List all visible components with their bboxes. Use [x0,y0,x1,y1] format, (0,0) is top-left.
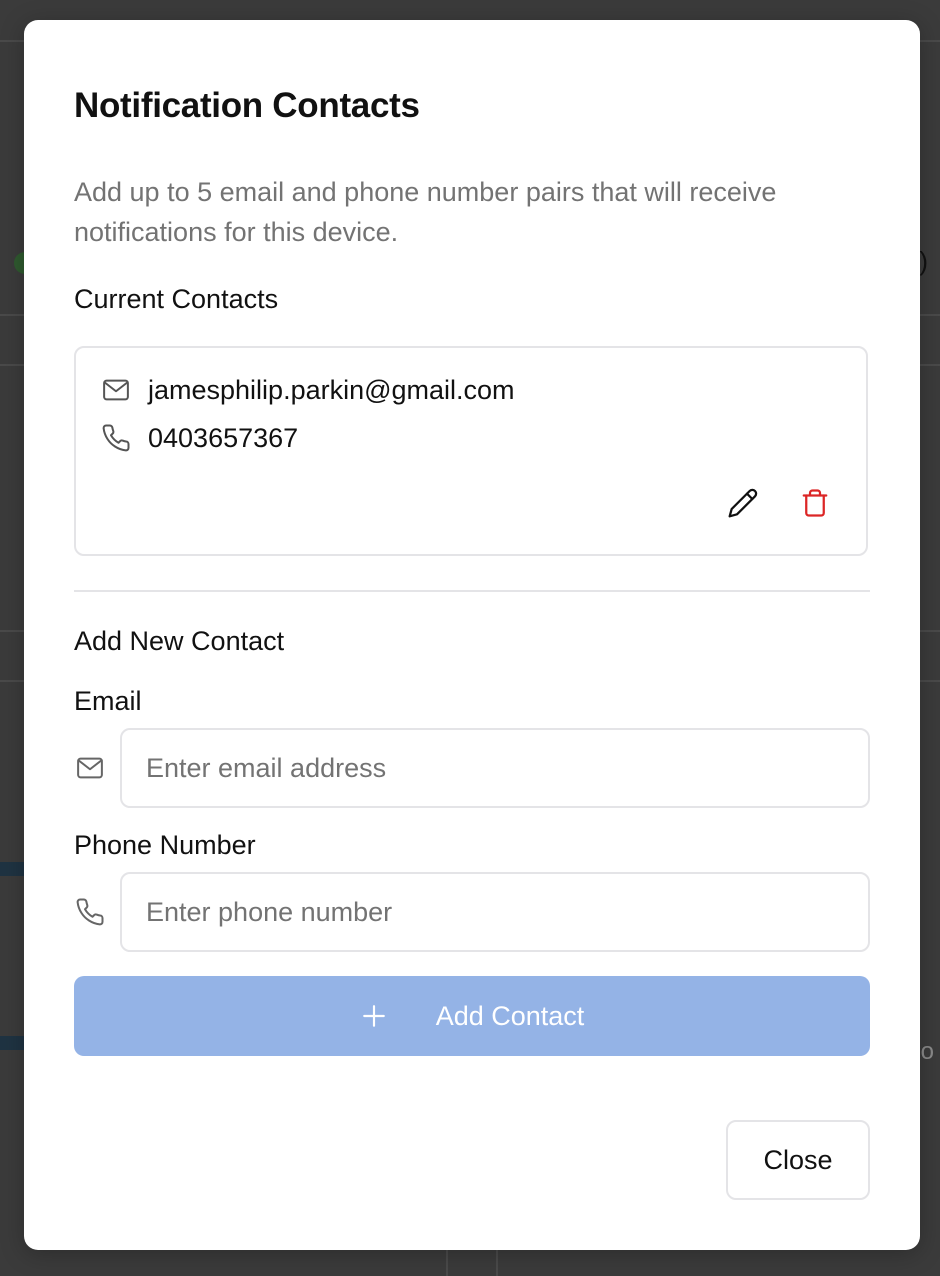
phone-input[interactable] [120,872,870,952]
backdrop-paren: ) [919,246,928,276]
current-contacts-heading: Current Contacts [74,284,279,314]
pencil-icon [728,488,758,518]
contact-actions [726,486,832,520]
plus-icon [360,1002,388,1030]
phone-icon [74,896,106,928]
mail-icon [74,752,106,784]
dialog-description: Add up to 5 email and phone number pairs… [74,177,777,247]
add-contact-label: Add Contact [435,1000,585,1031]
backdrop-bar [0,862,26,876]
contact-email: jamesphilip.parkin@gmail.com [148,374,515,405]
contact-phone: 0403657367 [148,422,299,453]
phone-label: Phone Number [74,830,256,860]
contact-card: jamesphilip.parkin@gmail.com 0403657367 [74,346,868,556]
dialog-title: Notification Contacts [74,86,420,125]
backdrop-text: o [920,1038,934,1065]
close-button[interactable]: Close [726,1120,870,1200]
contact-email-row: jamesphilip.parkin@gmail.com [100,374,515,406]
backdrop-divider [496,1250,498,1276]
email-input[interactable] [120,728,870,808]
backdrop-divider [446,1250,448,1276]
contact-phone-row: 0403657367 [100,422,298,454]
add-contact-heading: Add New Contact [74,626,285,656]
edit-contact-button[interactable] [726,486,760,520]
mail-icon [100,374,132,406]
notification-contacts-dialog: Notification Contacts Add up to 5 email … [24,20,920,1250]
section-divider [74,590,870,592]
backdrop-bar [0,1036,26,1050]
delete-contact-button[interactable] [798,486,832,520]
trash-icon [802,489,828,517]
add-contact-button[interactable]: Add Contact [74,976,870,1056]
phone-icon [100,422,132,454]
email-label: Email [74,686,142,716]
